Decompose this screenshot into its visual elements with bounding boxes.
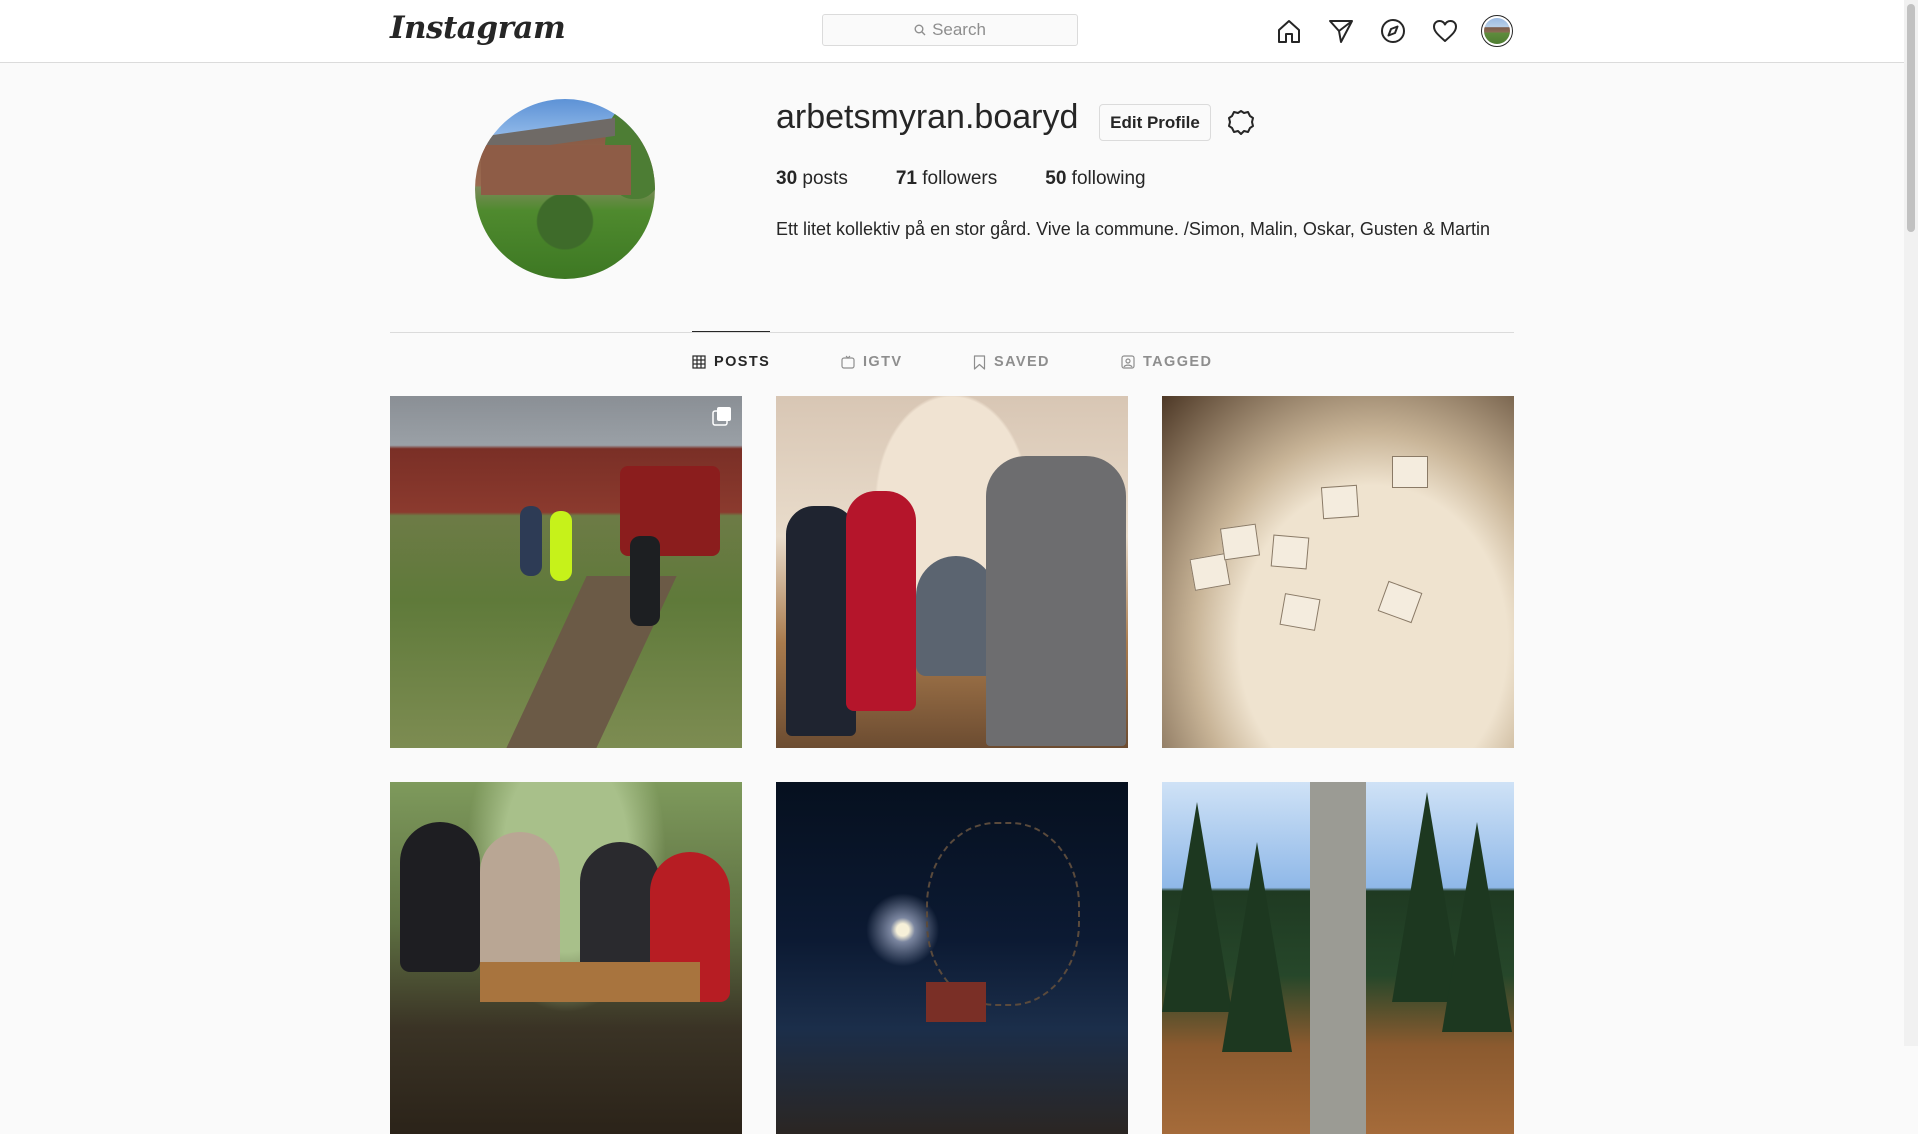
- nav-icons: [1272, 14, 1514, 48]
- post-thumbnail-4[interactable]: [390, 782, 742, 1134]
- profile-bio: Ett litet kollektiv på en stor gård. Viv…: [776, 219, 1490, 239]
- grid-icon: [692, 355, 706, 369]
- tab-saved-label: SAVED: [994, 354, 1050, 370]
- tab-saved[interactable]: SAVED: [973, 332, 1050, 392]
- bookmark-icon: [973, 354, 986, 370]
- multiple-images-icon: [712, 407, 731, 426]
- profile-username: arbetsmyran.boaryd: [776, 98, 1079, 136]
- top-navigation-bar: Instagram Search: [0, 0, 1904, 63]
- igtv-icon: [841, 355, 855, 369]
- profile-stats: 30 posts 71 followers 50 following: [776, 168, 1146, 190]
- instagram-logo[interactable]: Instagram: [390, 10, 566, 46]
- followers-link[interactable]: 71 followers: [896, 168, 997, 190]
- tab-tagged[interactable]: TAGGED: [1121, 332, 1212, 392]
- direct-icon[interactable]: [1324, 14, 1358, 48]
- profile-avatar[interactable]: [1480, 14, 1514, 48]
- tagged-icon: [1121, 355, 1135, 369]
- search-input[interactable]: Search: [822, 14, 1078, 46]
- tab-igtv[interactable]: IGTV: [841, 332, 902, 392]
- posts-count: 30 posts: [776, 168, 848, 189]
- edit-profile-button[interactable]: Edit Profile: [1099, 104, 1211, 141]
- profile-tabs: POSTS IGTV SAVED TAGGED: [0, 331, 1904, 392]
- page-scrollbar[interactable]: [1904, 0, 1918, 1046]
- search-icon: [914, 24, 926, 36]
- explore-icon[interactable]: [1376, 14, 1410, 48]
- post-thumbnail-6[interactable]: [1162, 782, 1514, 1134]
- search-placeholder: Search: [932, 20, 986, 39]
- tab-posts-label: POSTS: [714, 354, 771, 370]
- profile-picture[interactable]: [475, 99, 655, 279]
- scrollbar-thumb[interactable]: [1907, 4, 1915, 232]
- home-icon[interactable]: [1272, 14, 1306, 48]
- post-thumbnail-5[interactable]: [776, 782, 1128, 1134]
- tab-igtv-label: IGTV: [863, 354, 903, 370]
- post-thumbnail-2[interactable]: [776, 396, 1128, 748]
- post-thumbnail-1[interactable]: [390, 396, 742, 748]
- following-link[interactable]: 50 following: [1045, 168, 1145, 190]
- activity-icon[interactable]: [1428, 14, 1462, 48]
- tab-tagged-label: TAGGED: [1143, 354, 1213, 370]
- tab-posts[interactable]: POSTS: [692, 331, 771, 392]
- post-thumbnail-3[interactable]: [1162, 396, 1514, 748]
- settings-gear-icon[interactable]: [1225, 107, 1257, 139]
